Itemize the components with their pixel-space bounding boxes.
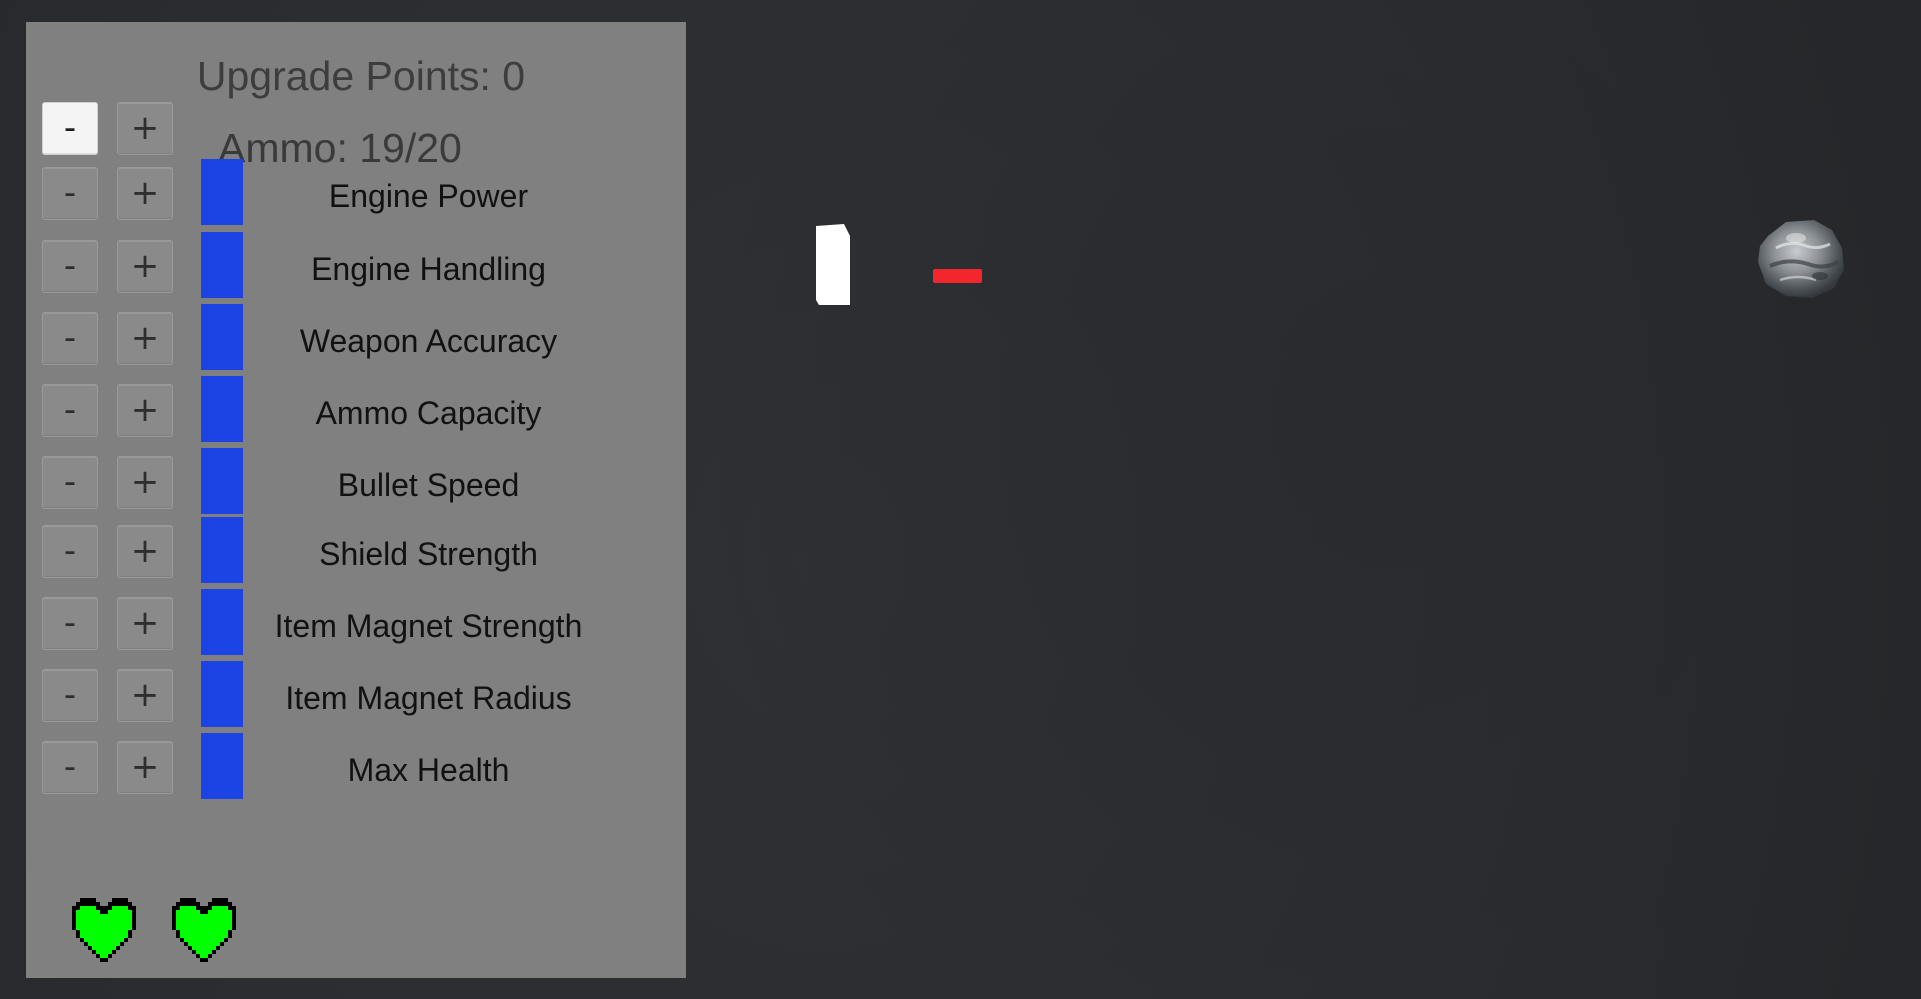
upgrade-panel: Upgrade Points: 0 - + Ammo: 19/20 - + En…: [26, 22, 686, 978]
heart-icon: [172, 898, 236, 966]
ammo-capacity-minus-button[interactable]: -: [42, 384, 98, 437]
upgrade-points-label: Upgrade Points: 0: [196, 53, 526, 99]
heart-icon: [72, 898, 136, 966]
bullet-speed-plus-button[interactable]: +: [117, 456, 173, 509]
shield-strength-label: Shield Strength: [319, 536, 538, 572]
engine-handling-label: Engine Handling: [311, 251, 546, 287]
shield-strength-minus-button[interactable]: -: [42, 525, 98, 578]
engine-handling-minus-button[interactable]: -: [42, 240, 98, 293]
max-health-plus-button[interactable]: +: [117, 741, 173, 794]
game-viewport[interactable]: Upgrade Points: 0 - + Ammo: 19/20 - + En…: [0, 0, 1921, 999]
item-magnet-strength-minus-button[interactable]: -: [42, 597, 98, 650]
bullet-speed-label: Bullet Speed: [337, 467, 520, 503]
weapon-accuracy-label: Weapon Accuracy: [299, 323, 558, 359]
ammo-minus-button[interactable]: -: [42, 102, 98, 155]
engine-power-label: Engine Power: [328, 178, 529, 214]
player-ship: [816, 224, 850, 305]
engine-power-minus-button[interactable]: -: [42, 167, 98, 220]
item-magnet-radius-plus-button[interactable]: +: [117, 669, 173, 722]
max-health-minus-button[interactable]: -: [42, 741, 98, 794]
engine-power-plus-button[interactable]: +: [117, 167, 173, 220]
item-magnet-radius-label: Item Magnet Radius: [285, 680, 572, 716]
item-magnet-radius-minus-button[interactable]: -: [42, 669, 98, 722]
item-magnet-strength-plus-button[interactable]: +: [117, 597, 173, 650]
ammo-capacity-label: Ammo Capacity: [315, 395, 542, 431]
shield-strength-plus-button[interactable]: +: [117, 525, 173, 578]
bullet: [933, 269, 982, 283]
ammo-capacity-plus-button[interactable]: +: [117, 384, 173, 437]
weapon-accuracy-minus-button[interactable]: -: [42, 312, 98, 365]
max-health-label: Max Health: [347, 752, 510, 788]
item-magnet-strength-label: Item Magnet Strength: [274, 608, 583, 644]
ammo-plus-button[interactable]: +: [117, 102, 173, 155]
weapon-accuracy-plus-button[interactable]: +: [117, 312, 173, 365]
asteroid: [1756, 218, 1846, 300]
ammo-counter: Ammo: 19/20: [218, 125, 462, 171]
bullet-speed-minus-button[interactable]: -: [42, 456, 98, 509]
engine-handling-plus-button[interactable]: +: [117, 240, 173, 293]
